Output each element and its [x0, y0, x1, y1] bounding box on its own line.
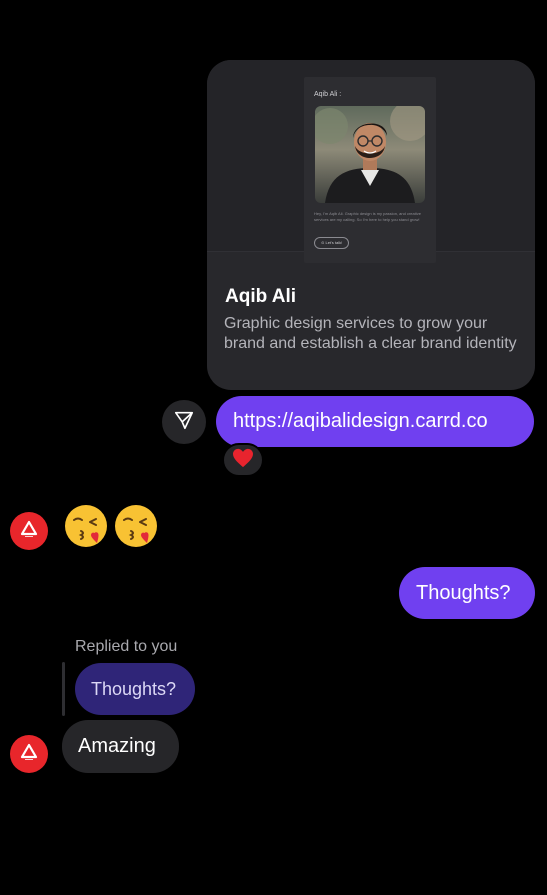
outgoing-message-bubble[interactable]: Thoughts?: [399, 567, 535, 619]
kissing-face-with-heart-icon: [113, 503, 159, 549]
website-name: Aqib Ali :: [314, 91, 342, 98]
replied-to-you-label: Replied to you: [75, 638, 178, 655]
heart-reaction[interactable]: [222, 443, 264, 477]
link-preview-image: Aqib Ali : Hey, I'm Aqib Ali. Graphic de…: [207, 60, 535, 263]
heart-icon: [232, 448, 254, 473]
quoted-message-bubble[interactable]: Thoughts?: [75, 663, 195, 715]
share-button[interactable]: [162, 400, 206, 444]
triangle-logo-icon: [19, 519, 39, 544]
link-message-bubble[interactable]: https://aqibalidesign.carrd.co: [216, 396, 534, 447]
send-icon: [173, 409, 195, 436]
avatar[interactable]: [10, 512, 48, 550]
link-preview-description: Graphic design services to grow your bra…: [224, 315, 517, 352]
website-bio: Hey, I'm Aqib Ali. Graphic design is my …: [314, 211, 421, 222]
triangle-logo-icon: [19, 742, 39, 767]
reply-indicator-line: [62, 662, 65, 716]
website-thumbnail: Aqib Ali : Hey, I'm Aqib Ali. Graphic de…: [304, 77, 436, 263]
kissing-face-with-heart-icon: [63, 503, 109, 549]
website-cta-button: ⊙ Let's talk!: [314, 237, 350, 249]
avatar[interactable]: [10, 735, 48, 773]
profile-photo: [315, 106, 425, 203]
link-preview-card[interactable]: Aqib Ali : Hey, I'm Aqib Ali. Graphic de…: [207, 60, 535, 390]
chat-screen: Aqib Ali : Hey, I'm Aqib Ali. Graphic de…: [0, 0, 547, 895]
link-preview-title: Aqib Ali: [225, 286, 297, 307]
incoming-message-bubble[interactable]: Amazing: [62, 720, 179, 773]
